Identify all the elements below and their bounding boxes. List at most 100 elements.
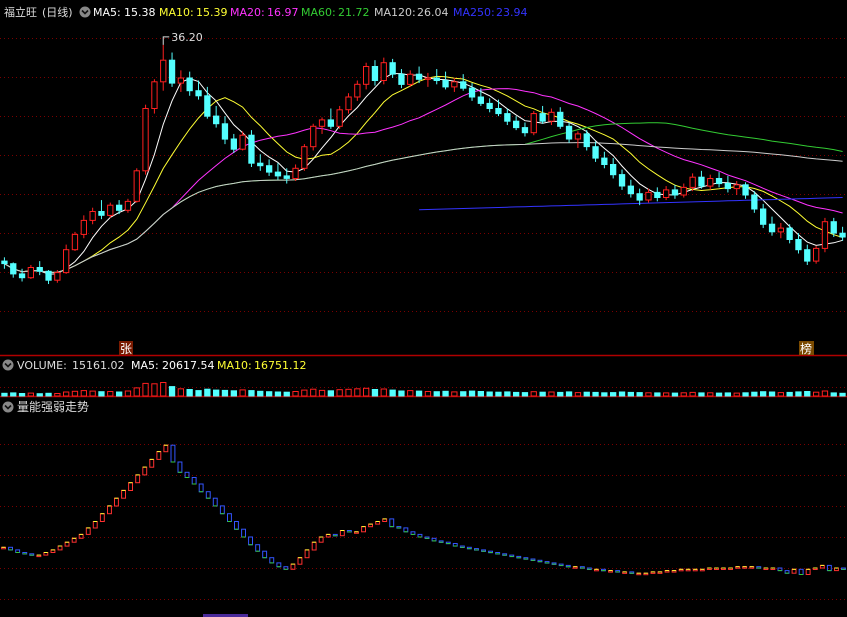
- ma120-indicator: MA120:: [374, 6, 416, 19]
- volume-bar: [821, 390, 829, 397]
- candle-down: [760, 208, 767, 225]
- volume-bar: [601, 392, 608, 397]
- ranking-badge[interactable]: 榜: [799, 341, 814, 356]
- volume-bar: [521, 392, 529, 397]
- chart-background: [0, 0, 847, 617]
- volume-bar: [592, 391, 599, 397]
- candle-up: [89, 211, 96, 221]
- volume-bar: [433, 391, 440, 397]
- volume-bar: [513, 391, 520, 397]
- candle-up: [71, 233, 79, 251]
- candle-down: [724, 183, 732, 190]
- volume-bar: [460, 391, 467, 397]
- volume-bar: [468, 390, 476, 397]
- candle-up: [54, 272, 61, 281]
- candle-down: [36, 267, 43, 272]
- candle-down: [627, 185, 635, 195]
- candle-down: [804, 249, 811, 262]
- candle-down: [601, 157, 608, 166]
- candle-up: [689, 176, 696, 188]
- candle-down: [18, 273, 26, 279]
- candle-down: [671, 189, 679, 196]
- volume-bar: [398, 390, 405, 397]
- candle-down: [565, 125, 573, 140]
- candle-down: [45, 270, 52, 281]
- candle-down: [460, 81, 467, 89]
- volume-bar: [689, 391, 696, 397]
- volume-bar: [292, 391, 299, 397]
- candle-down: [98, 211, 105, 216]
- ma10-indicator: MA10:: [159, 6, 194, 19]
- chevron-down-icon[interactable]: [79, 6, 91, 18]
- candle-down: [398, 73, 405, 85]
- volume-bar: [1, 392, 8, 397]
- candle-up: [451, 81, 458, 88]
- candle-down: [168, 59, 176, 84]
- volume-bar: [751, 391, 758, 397]
- badge-bang: 榜: [800, 341, 812, 356]
- volume-bar: [80, 390, 87, 397]
- candle-up: [239, 134, 246, 150]
- candle-down: [327, 119, 335, 127]
- volume-ma10-value: 16751.12: [254, 359, 307, 372]
- chevron-down-icon[interactable]: [2, 359, 14, 371]
- ma120-value: 26.04: [417, 6, 449, 19]
- candle-down: [715, 178, 723, 185]
- volume-bar: [663, 392, 670, 397]
- volume-bar: [89, 390, 96, 397]
- candle-down: [768, 223, 776, 233]
- volume-bar: [486, 391, 493, 397]
- volume-bar: [795, 391, 802, 397]
- candle-down: [504, 113, 511, 122]
- volume-bar: [777, 392, 785, 397]
- candle-up: [574, 133, 582, 140]
- volume-bar: [715, 392, 723, 397]
- volume-bar: [18, 393, 26, 397]
- candle-down: [839, 232, 846, 238]
- volume-bar: [786, 391, 793, 397]
- candle-down: [257, 162, 264, 167]
- candle-down: [442, 80, 449, 88]
- volume-bar: [27, 392, 35, 397]
- chevron-down-icon[interactable]: [2, 401, 14, 413]
- candle-up: [380, 62, 387, 81]
- candle-up: [663, 189, 670, 198]
- volume-bar: [539, 391, 546, 397]
- volume-bar: [195, 390, 202, 397]
- candle-down: [795, 239, 802, 251]
- candle-up: [680, 186, 687, 196]
- candle-down: [786, 227, 793, 241]
- volume-bar: [10, 392, 17, 397]
- volume-bar: [760, 391, 767, 397]
- volume-bar: [266, 391, 273, 397]
- volume-bar: [389, 389, 396, 397]
- volume-bar: [742, 392, 749, 397]
- volume-bar: [283, 391, 290, 397]
- volume-bar: [548, 391, 555, 397]
- volume-bar: [495, 391, 502, 397]
- candle-down: [557, 111, 564, 127]
- candle-up: [301, 146, 308, 169]
- volume-bar: [415, 390, 423, 397]
- candle-up: [821, 221, 829, 249]
- ma250-indicator: MA250:: [453, 6, 495, 19]
- volume-bar: [610, 392, 617, 397]
- volume-bar: [671, 392, 679, 397]
- candle-up: [424, 77, 432, 80]
- candle-up: [107, 204, 114, 216]
- candle-down: [636, 193, 643, 201]
- high-price-label: 36.20: [171, 31, 203, 44]
- volume-bar: [318, 389, 326, 397]
- volume-bar: [336, 389, 343, 397]
- volume-bar: [107, 391, 114, 397]
- period-label: (日线): [42, 5, 73, 19]
- candle-up: [310, 125, 317, 148]
- kline-chart[interactable]: 福立旺 (日线) MA5: 15.38 MA10: 15.39 MA20: 16…: [0, 0, 847, 617]
- limit-up-badge[interactable]: 张: [119, 341, 133, 356]
- volume-value: 15161.02: [72, 359, 125, 372]
- candle-up: [345, 96, 352, 111]
- volume-bar: [186, 389, 193, 397]
- volume-bar: [618, 391, 626, 397]
- candle-down: [186, 77, 193, 92]
- candle-down: [751, 194, 758, 210]
